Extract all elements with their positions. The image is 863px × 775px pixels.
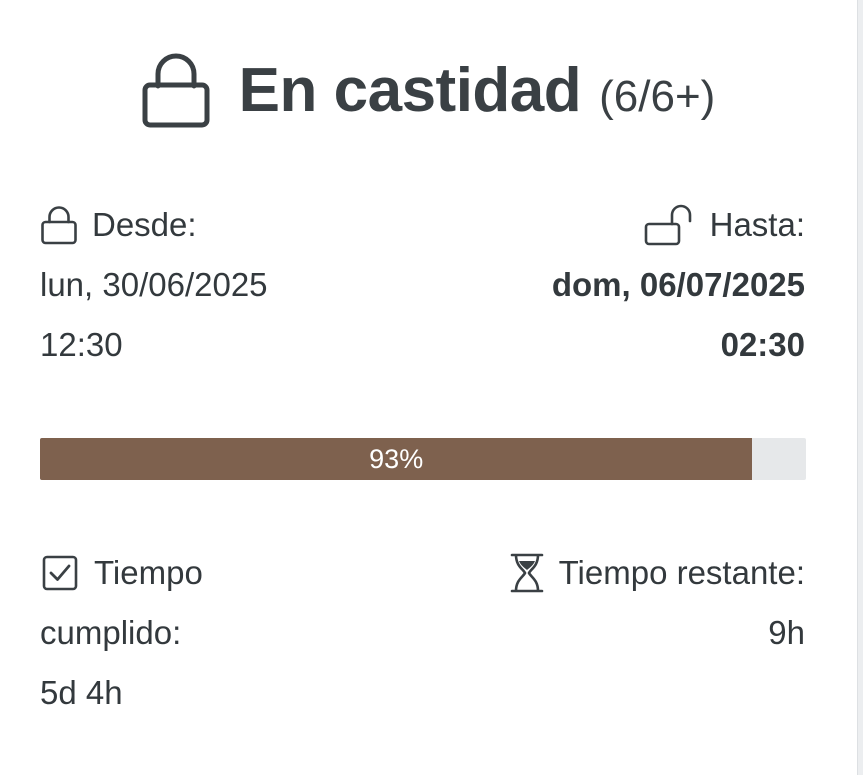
since-date: lun, 30/06/2025 [40, 266, 268, 303]
status-title: En castidad [238, 55, 582, 125]
lock-icon [41, 206, 77, 245]
lock-icon [142, 53, 210, 128]
progress-bar: 93% [40, 438, 806, 480]
chastity-status-card: En castidad (6/6+) Desde: lun, 30/06/202… [0, 0, 856, 775]
since-label-row: Desde: [40, 195, 268, 255]
progress-fill: 93% [40, 438, 753, 480]
status-title-group: En castidad (6/6+) [239, 55, 716, 126]
until-label-row: Hasta: [552, 195, 805, 255]
elapsed-label-row: Tiempo [40, 543, 340, 603]
status-count: (6/6+) [599, 71, 716, 121]
elapsed-value: 5d 4h [40, 674, 123, 711]
since-time: 12:30 [40, 326, 123, 363]
remaining-block: Tiempo restante: 9h [509, 543, 805, 663]
progress-label: 93% [369, 443, 424, 474]
since-label: Desde: [92, 206, 197, 243]
until-date: dom, 06/07/2025 [551, 266, 805, 303]
checkbox-checked-icon [42, 555, 78, 591]
elapsed-block: Tiempo cumplido: 5d 4h [40, 543, 340, 723]
elapsed-label-line1: Tiempo [94, 554, 203, 591]
unlock-icon [644, 204, 691, 246]
remaining-value: 9h [768, 614, 805, 651]
hourglass-icon [510, 553, 543, 593]
remaining-label-row: Tiempo restante: [509, 543, 805, 603]
until-label: Hasta: [709, 206, 805, 243]
status-header: En castidad (6/6+) [0, 42, 856, 138]
elapsed-label-line2: cumplido: [40, 614, 182, 651]
until-block: Hasta: dom, 06/07/2025 02:30 [552, 195, 805, 375]
until-time: 02:30 [720, 326, 805, 363]
scrollbar-edge [857, 0, 863, 775]
since-block: Desde: lun, 30/06/2025 12:30 [40, 195, 268, 375]
remaining-label: Tiempo restante: [558, 554, 805, 591]
